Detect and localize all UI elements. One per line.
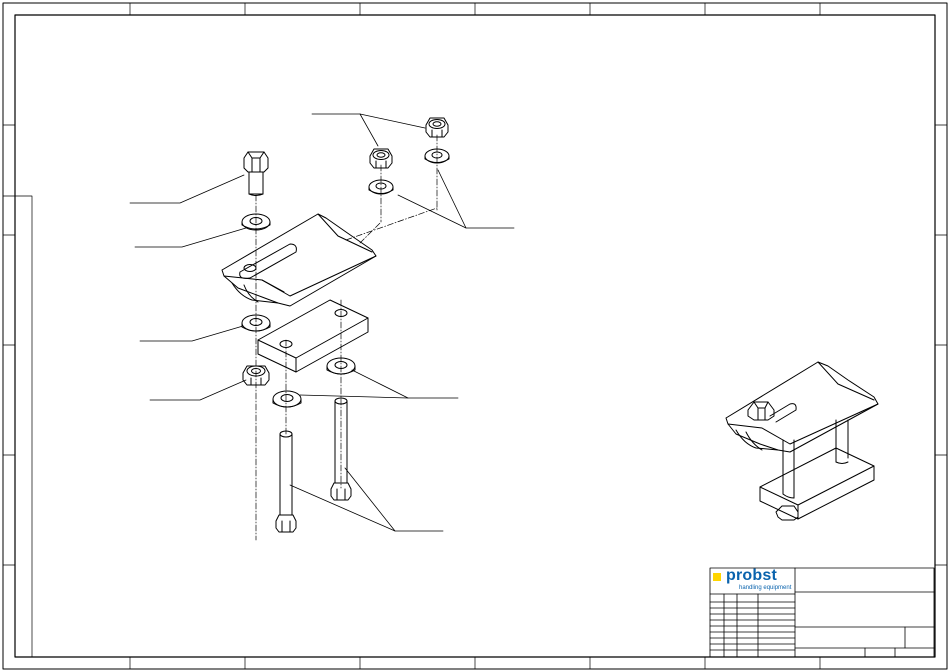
assembled-view	[725, 361, 879, 521]
company-logo: probst handling equipment	[711, 567, 795, 593]
drawing-sheet: probst handling equipment	[0, 0, 950, 672]
clamp-plate	[221, 213, 377, 307]
sheet-frame	[2, 2, 948, 670]
technical-drawing	[2, 2, 948, 670]
company-name: probst	[726, 567, 777, 584]
logo-square-icon	[713, 573, 721, 581]
washer-center	[272, 390, 302, 408]
hex-bolt	[243, 151, 269, 196]
company-tagline: handling equipment	[739, 585, 792, 591]
long-bolt-left	[275, 430, 297, 533]
lock-nut-top-right	[425, 117, 449, 138]
leader-lines	[129, 113, 515, 532]
